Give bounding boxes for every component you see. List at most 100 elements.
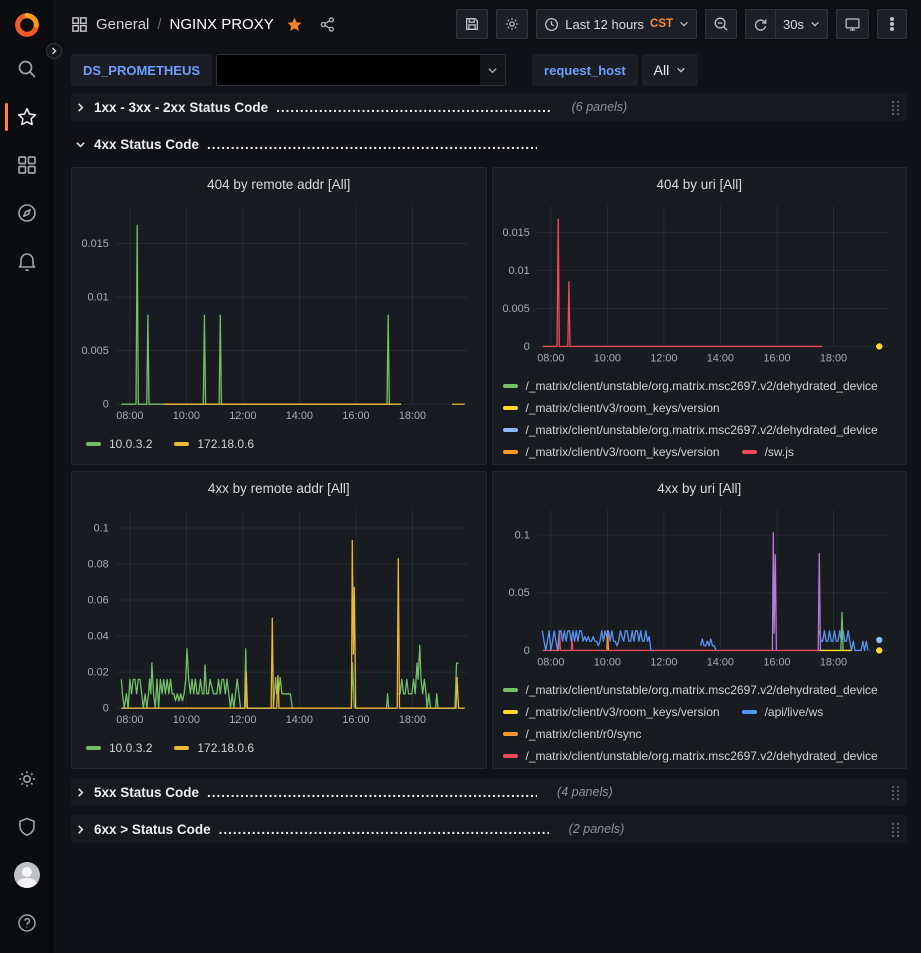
legend-label: /_matrix/client/v3/room_keys/version <box>526 445 720 459</box>
row-title: 1xx - 3xx - 2xx Status Code <box>94 100 268 115</box>
breadcrumb-dashboard-title[interactable]: NGINX PROXY <box>170 16 274 33</box>
legend-item[interactable]: /_matrix/client/unstable/org.matrix.msc2… <box>503 683 878 697</box>
kebab-menu-icon <box>885 16 899 32</box>
star-icon <box>16 106 38 128</box>
time-range-picker[interactable]: Last 12 hours CST <box>536 9 697 39</box>
row-panel-count: (4 panels) <box>557 785 613 799</box>
row-drag-handle[interactable] <box>890 784 901 801</box>
svg-text:14:00: 14:00 <box>706 656 733 668</box>
breadcrumb: General / NGINX PROXY <box>71 16 336 33</box>
time-series-chart[interactable]: 00.0050.010.01508:0010:0012:0014:0016:00… <box>503 197 897 369</box>
legend-item[interactable]: /_matrix/client/r0/sync <box>503 727 642 741</box>
shield-icon <box>16 816 38 838</box>
svg-text:16:00: 16:00 <box>763 352 790 364</box>
share-icon[interactable] <box>319 16 336 33</box>
legend-item[interactable]: /api/live/ws <box>742 705 824 719</box>
grafana-logo-icon <box>13 11 41 39</box>
row-header-4xx[interactable]: 4xx Status Code ........................… <box>71 130 907 158</box>
panel-title[interactable]: 4xx by remote addr [All] <box>82 479 476 501</box>
row-header-5xx[interactable]: 5xx Status Code ........................… <box>71 778 907 806</box>
variables-bar: DS_PROMETHEUS request_host All <box>55 48 921 93</box>
variable-value-dropdown[interactable] <box>216 54 506 86</box>
legend-item[interactable]: 172.18.0.6 <box>174 741 254 755</box>
topbar-actions: Last 12 hours CST <box>456 9 907 39</box>
refresh-interval-dropdown[interactable]: 30s <box>775 9 828 39</box>
svg-text:18:00: 18:00 <box>819 352 846 364</box>
more-options-button[interactable] <box>877 9 907 39</box>
svg-text:16:00: 16:00 <box>763 656 790 668</box>
sidebar-item-alerting[interactable] <box>0 237 55 285</box>
variable-request-host-dropdown[interactable]: All <box>642 54 699 86</box>
legend-row: /_matrix/client/unstable/org.matrix.msc2… <box>503 375 897 397</box>
redacted-variable-value <box>217 55 480 85</box>
legend-item[interactable]: 10.0.3.2 <box>86 437 152 451</box>
legend-swatch-icon <box>503 428 518 432</box>
svg-text:10:00: 10:00 <box>173 714 200 726</box>
row-header-1xx-3xx-2xx[interactable]: 1xx - 3xx - 2xx Status Code ............… <box>71 93 907 121</box>
sidebar-item-configuration[interactable] <box>0 755 55 803</box>
svg-text:0: 0 <box>523 341 529 353</box>
gear-icon <box>504 16 520 32</box>
gear-icon <box>16 768 38 790</box>
row-header-6xx[interactable]: 6xx > Status Code ......................… <box>71 815 907 843</box>
sidebar-item-explore[interactable] <box>0 189 55 237</box>
legend-item[interactable]: /_matrix/client/v3/room_keys/version <box>503 401 720 415</box>
legend-item[interactable]: /sw.js <box>742 445 794 459</box>
legend-item[interactable]: /_matrix/client/unstable/org.matrix.msc2… <box>503 749 878 763</box>
svg-text:18:00: 18:00 <box>819 656 846 668</box>
legend-item[interactable]: 172.18.0.6 <box>174 437 254 451</box>
grafana-logo[interactable] <box>13 11 41 39</box>
row-drag-handle[interactable] <box>890 821 901 838</box>
chevron-right-icon <box>75 787 86 798</box>
panel-4xx-by-uri: 4xx by uri [All] 00.050.108:0010:0012:00… <box>492 471 908 769</box>
breadcrumb-section[interactable]: General <box>96 16 149 33</box>
panel-title[interactable]: 404 by remote addr [All] <box>82 175 476 197</box>
topbar: General / NGINX PROXY <box>55 0 921 48</box>
variable-label-ds-prometheus: DS_PROMETHEUS <box>71 54 212 86</box>
row-drag-handle[interactable] <box>890 99 901 116</box>
chevron-right-icon <box>50 47 58 55</box>
favorite-star-icon[interactable] <box>286 16 303 33</box>
svg-text:14:00: 14:00 <box>286 714 313 726</box>
legend-item[interactable]: /_matrix/client/unstable/org.matrix.msc2… <box>503 423 878 437</box>
legend-item[interactable]: 10.0.3.2 <box>86 741 152 755</box>
legend-label: /_matrix/client/v3/room_keys/version <box>526 401 720 415</box>
save-dashboard-button[interactable] <box>456 9 488 39</box>
refresh-button[interactable] <box>745 9 775 39</box>
legend-item[interactable]: /_matrix/client/v3/room_keys/version <box>503 705 720 719</box>
save-icon <box>464 16 480 32</box>
sidebar-item-profile[interactable] <box>0 851 55 899</box>
svg-text:12:00: 12:00 <box>650 656 677 668</box>
time-range-label: Last 12 hours <box>565 17 644 32</box>
grafana-app: General / NGINX PROXY <box>0 0 921 953</box>
sidebar-item-server-admin[interactable] <box>0 803 55 851</box>
panel-title[interactable]: 4xx by uri [All] <box>503 479 897 501</box>
sidebar-expand-button[interactable] <box>46 43 62 59</box>
sidebar-item-dashboards[interactable] <box>0 141 55 189</box>
svg-text:10:00: 10:00 <box>173 410 200 422</box>
time-series-chart[interactable]: 00.050.108:0010:0012:0014:0016:0018:00 <box>503 501 897 673</box>
panel-title[interactable]: 404 by uri [All] <box>503 175 897 197</box>
search-icon <box>16 58 38 80</box>
sidebar-item-starred[interactable] <box>0 93 55 141</box>
legend-row: 10.0.3.2 172.18.0.6 <box>86 433 476 455</box>
avatar <box>14 862 40 888</box>
cycle-view-mode-button[interactable] <box>836 9 869 39</box>
time-series-chart[interactable]: 00.0050.010.01508:0010:0012:0014:0016:00… <box>82 197 476 427</box>
legend-row: /_matrix/client/v3/room_keys/version <box>503 397 897 419</box>
zoom-out-button[interactable] <box>705 9 737 39</box>
sidebar-item-help[interactable] <box>0 899 55 947</box>
svg-text:08:00: 08:00 <box>537 656 564 668</box>
legend-item[interactable]: /_matrix/client/unstable/org.matrix.msc2… <box>503 379 878 393</box>
chevron-down-icon <box>810 19 820 29</box>
variable-label-request-host: request_host <box>532 54 638 86</box>
chevron-down-icon <box>487 65 498 76</box>
svg-text:10:00: 10:00 <box>593 352 620 364</box>
legend-item[interactable]: /_matrix/client/v3/room_keys/version <box>503 445 720 459</box>
legend-row: /_matrix/client/v3/room_keys/version/api… <box>503 701 897 723</box>
row-title: 5xx Status Code <box>94 785 199 800</box>
time-series-chart[interactable]: 00.020.040.060.080.108:0010:0012:0014:00… <box>82 501 476 731</box>
svg-text:18:00: 18:00 <box>399 714 426 726</box>
legend-label: /sw.js <box>765 445 794 459</box>
dashboard-settings-button[interactable] <box>496 9 528 39</box>
